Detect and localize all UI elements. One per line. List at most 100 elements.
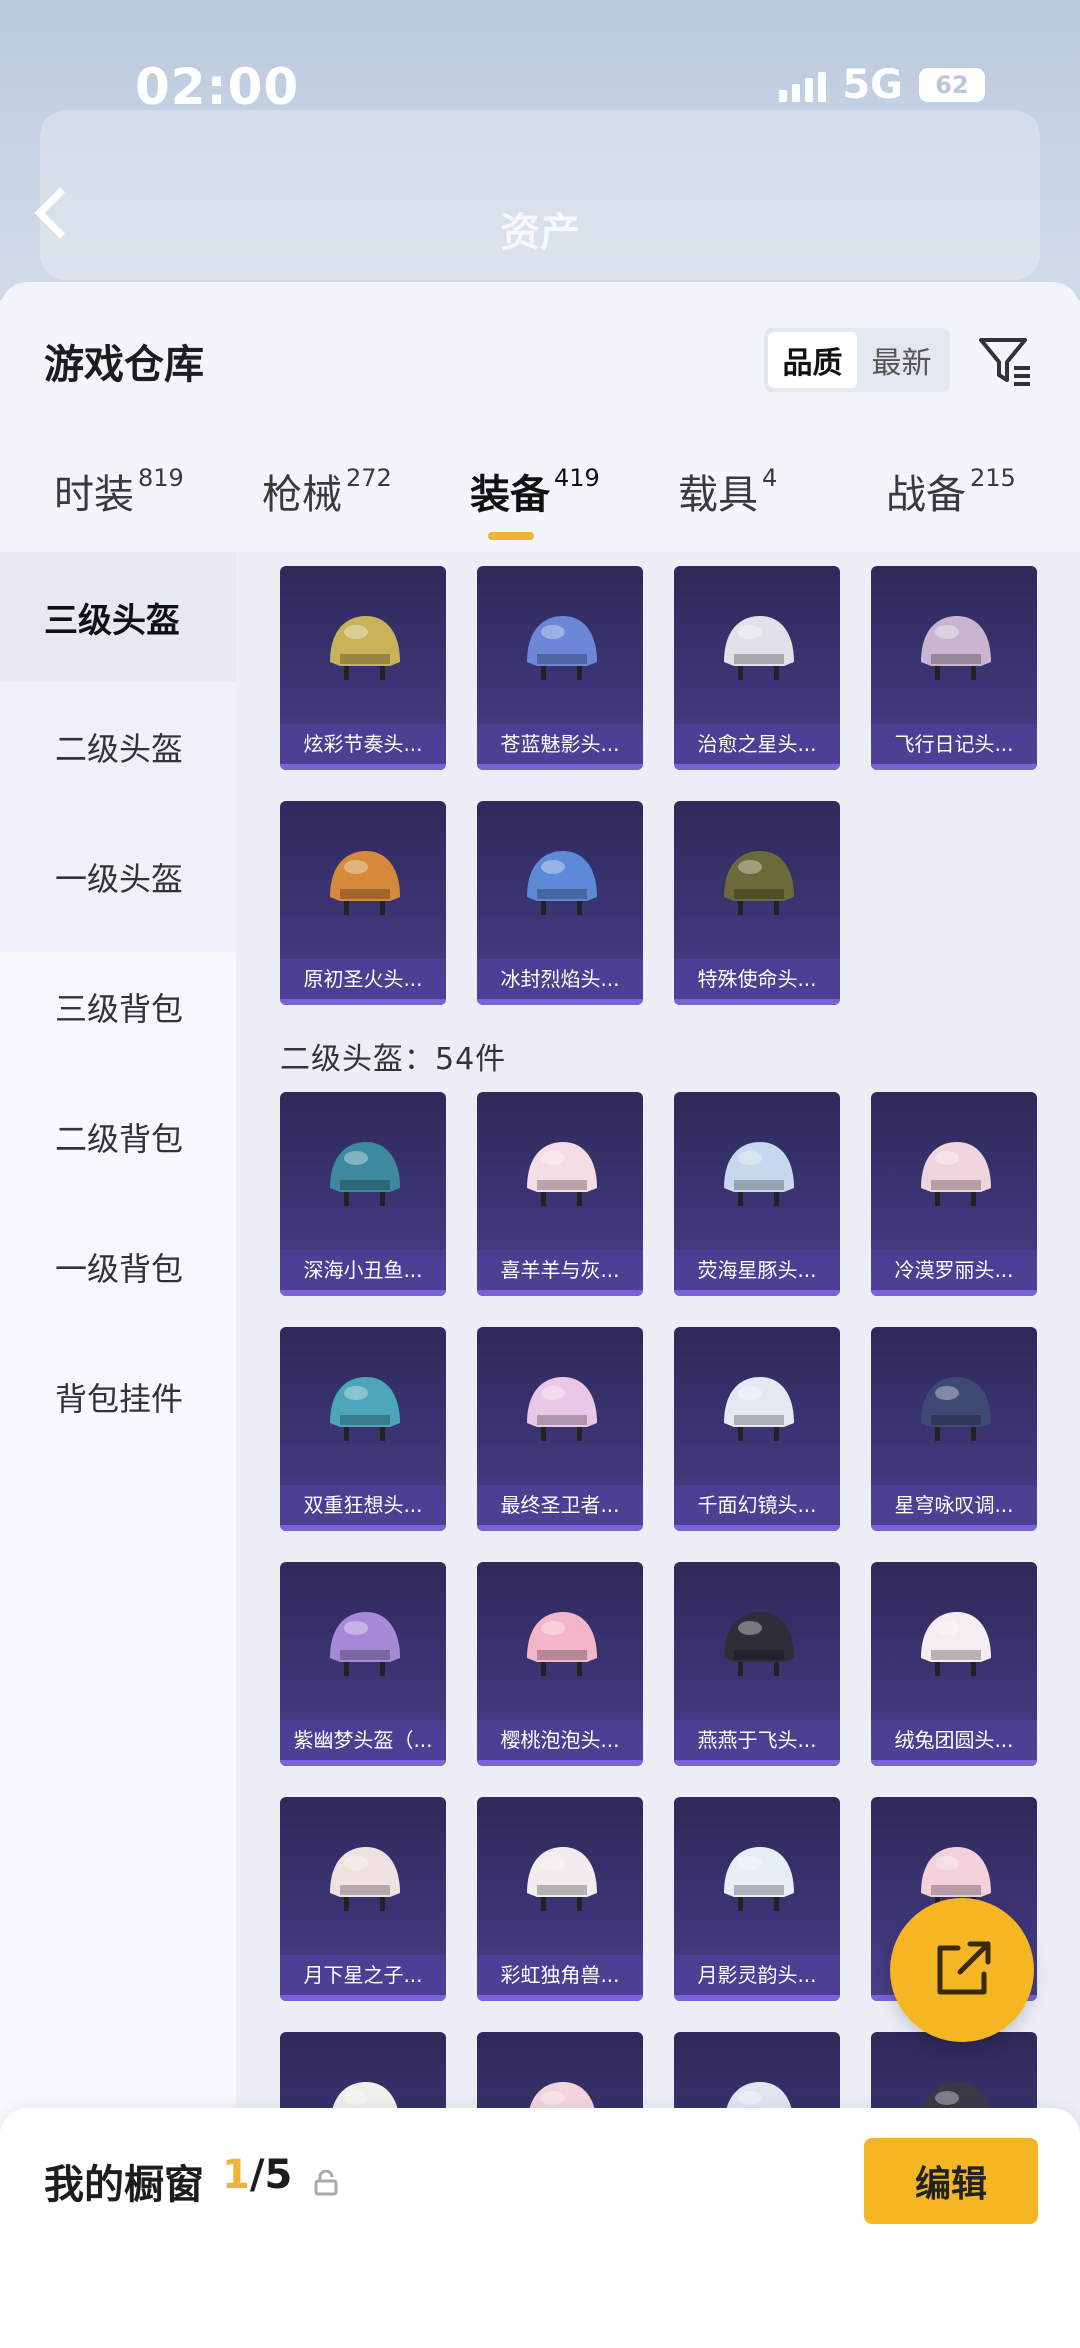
item-card[interactable]: 双重狂想头... <box>280 1327 446 1531</box>
helmet-icon <box>724 1847 794 1911</box>
item-name: 月影灵韵头... <box>674 1955 840 1995</box>
tab-count: 272 <box>346 464 392 492</box>
tab-label: 载具 <box>678 472 758 518</box>
sidebar-item[interactable]: 背包挂件 <box>0 1332 236 1462</box>
item-name: 冷漠罗丽头... <box>871 1250 1037 1290</box>
signal-icon <box>779 68 827 102</box>
item-name: 特殊使命头... <box>674 959 840 999</box>
helmet-icon <box>527 851 597 915</box>
filter-icon[interactable] <box>978 332 1034 388</box>
item-card[interactable]: 燕燕于飞头... <box>674 1562 840 1766</box>
item-card[interactable]: 冷漠罗丽头... <box>871 1092 1037 1296</box>
tab-label: 枪械 <box>262 472 342 518</box>
tab-label: 战备 <box>886 472 966 518</box>
helmet-icon <box>527 1612 597 1676</box>
warehouse-sheet: 游戏仓库 品质 最新 时装 819 枪械 272 装备 419 载具 4 战备 … <box>0 282 1080 2348</box>
sidebar-item[interactable]: 一级头盔 <box>0 812 236 942</box>
item-name: 樱桃泡泡头... <box>477 1720 643 1760</box>
item-card[interactable]: 特殊使命头... <box>674 801 840 1005</box>
item-name: 荧海星豚头... <box>674 1250 840 1290</box>
item-name: 喜羊羊与灰... <box>477 1250 643 1290</box>
network-type: 5G <box>842 62 903 108</box>
helmet-icon <box>527 1142 597 1206</box>
status-time: 02:00 <box>135 58 300 116</box>
share-button[interactable] <box>890 1898 1034 2042</box>
item-card[interactable]: 喜羊羊与灰... <box>477 1092 643 1296</box>
sheet-header: 游戏仓库 品质 最新 时装 819 枪械 272 装备 419 载具 4 战备 … <box>0 282 1080 552</box>
item-card[interactable]: 月影灵韵头... <box>674 1797 840 2001</box>
page-title: 游戏仓库 <box>44 342 204 388</box>
tab-count: 819 <box>138 464 184 492</box>
sidebar-item[interactable]: 三级头盔 <box>0 552 236 682</box>
category-tabs: 时装 819 枪械 272 装备 419 载具 4 战备 215 <box>0 462 1080 542</box>
item-card[interactable]: 炫彩节奏头... <box>280 566 446 770</box>
share-icon <box>937 1941 991 1995</box>
helmet-icon <box>921 1377 991 1441</box>
edit-button[interactable]: 编辑 <box>864 2138 1038 2224</box>
helmet-icon <box>724 616 794 680</box>
sort-option-quality[interactable]: 品质 <box>768 332 857 388</box>
item-name: 最终圣卫者... <box>477 1485 643 1525</box>
status-indicators: 5G 62 <box>779 62 985 108</box>
item-name: 苍蓝魅影头... <box>477 724 643 764</box>
item-card[interactable]: 绒兔团圆头... <box>871 1562 1037 1766</box>
item-name: 千面幻镜头... <box>674 1485 840 1525</box>
item-name: 冰封烈焰头... <box>477 959 643 999</box>
helmet-icon <box>527 616 597 680</box>
helmet-icon <box>330 616 400 680</box>
tab-count: 215 <box>970 464 1016 492</box>
item-card[interactable]: 治愈之星头... <box>674 566 840 770</box>
sidebar: 三级头盔 二级头盔 一级头盔 三级背包 二级背包 一级背包 背包挂件 <box>0 552 236 2348</box>
item-card[interactable]: 月下星之子... <box>280 1797 446 2001</box>
tab-label: 时装 <box>54 472 134 518</box>
item-name: 绒兔团圆头... <box>871 1720 1037 1760</box>
item-name: 彩虹独角兽... <box>477 1955 643 1995</box>
showcase-total: /5 <box>249 2152 293 2198</box>
helmet-icon <box>330 1847 400 1911</box>
item-card[interactable]: 千面幻镜头... <box>674 1327 840 1531</box>
item-card[interactable]: 飞行日记头... <box>871 566 1037 770</box>
showcase-current: 1 <box>222 2152 250 2198</box>
item-card[interactable]: 星穹咏叹调... <box>871 1327 1037 1531</box>
item-name: 飞行日记头... <box>871 724 1037 764</box>
sidebar-item[interactable]: 一级背包 <box>0 1202 236 1332</box>
item-card[interactable]: 荧海星豚头... <box>674 1092 840 1296</box>
helmet-icon <box>330 851 400 915</box>
sidebar-item[interactable]: 三级背包 <box>0 942 236 1072</box>
item-grid: 炫彩节奏头... 苍蓝魅影头... 治愈之星头... 飞行日记头... 原初圣火头...… <box>236 552 1080 2348</box>
item-card[interactable]: 原初圣火头... <box>280 801 446 1005</box>
item-name: 双重狂想头... <box>280 1485 446 1525</box>
tab-guns[interactable]: 枪械 272 <box>262 462 392 520</box>
top-header-background: 02:00 5G 62 资产 <box>0 0 1080 300</box>
tab-fashion[interactable]: 时装 819 <box>54 462 184 520</box>
sort-option-latest[interactable]: 最新 <box>857 332 946 388</box>
showcase-label: 我的橱窗 <box>44 2162 204 2208</box>
showcase-bar: 我的橱窗 1/5 编辑 <box>0 2108 1080 2348</box>
item-name: 炫彩节奏头... <box>280 724 446 764</box>
sidebar-item[interactable]: 二级头盔 <box>0 682 236 812</box>
item-card[interactable]: 苍蓝魅影头... <box>477 566 643 770</box>
battery-icon: 62 <box>919 68 985 102</box>
helmet-icon <box>724 1612 794 1676</box>
item-card[interactable]: 最终圣卫者... <box>477 1327 643 1531</box>
tab-count: 419 <box>554 464 600 492</box>
item-name: 月下星之子... <box>280 1955 446 1995</box>
tab-count: 4 <box>762 464 778 492</box>
helmet-icon <box>330 1377 400 1441</box>
item-card[interactable]: 樱桃泡泡头... <box>477 1562 643 1766</box>
item-card[interactable]: 紫幽梦头盔（... <box>280 1562 446 1766</box>
helmet-icon <box>921 1612 991 1676</box>
tab-supplies[interactable]: 战备 215 <box>886 462 1016 520</box>
tab-label: 装备 <box>470 472 550 518</box>
item-card[interactable]: 冰封烈焰头... <box>477 801 643 1005</box>
sidebar-item[interactable]: 二级背包 <box>0 1072 236 1202</box>
item-name: 紫幽梦头盔（... <box>280 1720 446 1760</box>
helmet-icon <box>724 1142 794 1206</box>
helmet-icon <box>724 1377 794 1441</box>
item-card[interactable]: 深海小丑鱼... <box>280 1092 446 1296</box>
tab-equipment[interactable]: 装备 419 <box>470 462 600 520</box>
tab-vehicles[interactable]: 载具 4 <box>678 462 777 520</box>
item-name: 燕燕于飞头... <box>674 1720 840 1760</box>
lock-icon <box>314 2170 338 2196</box>
item-card[interactable]: 彩虹独角兽... <box>477 1797 643 2001</box>
